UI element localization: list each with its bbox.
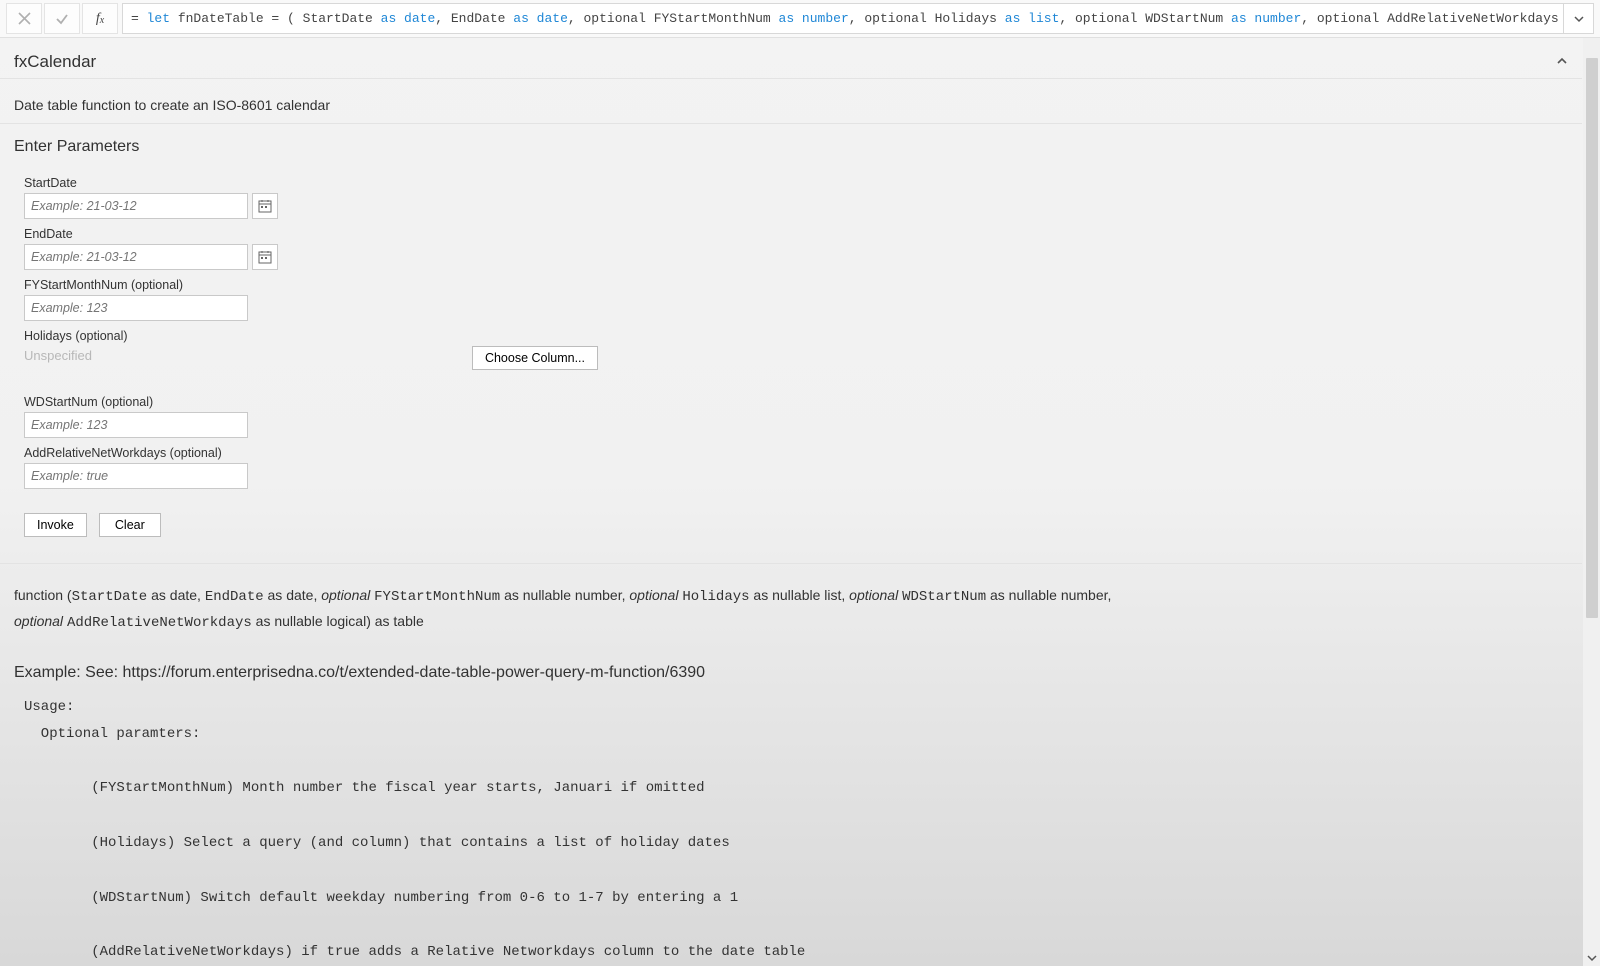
- choose-column-button[interactable]: Choose Column...: [472, 346, 598, 370]
- fx-icon: fx: [82, 3, 118, 34]
- function-signature: function (StartDate as date, EndDate as …: [0, 563, 1582, 644]
- addrelnet-label: AddRelativeNetWorkdays (optional): [24, 446, 1568, 460]
- startdate-input[interactable]: [24, 193, 248, 219]
- sig-p3-type: as nullable number,: [500, 587, 629, 603]
- calendar-icon: [258, 250, 272, 264]
- sig-p1: StartDate: [72, 589, 148, 605]
- cancel-formula-button[interactable]: [6, 3, 42, 34]
- invoke-button[interactable]: Invoke: [24, 513, 87, 537]
- sig-p2-type: as date,: [264, 587, 322, 603]
- addrelnet-input[interactable]: [24, 463, 248, 489]
- startdate-label: StartDate: [24, 176, 1568, 190]
- function-description: Date table function to create an ISO-860…: [0, 79, 1582, 123]
- clear-button[interactable]: Clear: [99, 513, 161, 537]
- sig-l2-name: AddRelativeNetWorkdays: [67, 615, 252, 631]
- sig-p5-opt: optional: [849, 587, 902, 603]
- collapse-button[interactable]: [1556, 54, 1568, 70]
- formula-bar: fx = let fnDateTable = ( StartDate as da…: [0, 0, 1600, 38]
- enter-parameters-header: Enter Parameters: [0, 124, 1582, 168]
- chevron-down-icon: [1574, 14, 1584, 24]
- wdstartnum-input[interactable]: [24, 412, 248, 438]
- sig-p4: Holidays: [682, 589, 749, 605]
- expand-formula-button[interactable]: [1564, 3, 1594, 34]
- wdstartnum-label: WDStartNum (optional): [24, 395, 1568, 409]
- sig-l2-tail: as nullable logical) as table: [252, 613, 424, 629]
- formula-input[interactable]: = let fnDateTable = ( StartDate as date,…: [122, 3, 1564, 34]
- fystartmonth-label: FYStartMonthNum (optional): [24, 278, 1568, 292]
- holidays-unspecified: Unspecified: [24, 346, 92, 373]
- enddate-calendar-button[interactable]: [252, 244, 278, 270]
- sig-p3-opt: optional: [321, 587, 374, 603]
- usage-text: Usage: Optional paramters: (FYStartMonth…: [0, 690, 1582, 966]
- sig-p5-type: as nullable number,: [986, 587, 1111, 603]
- example-header: Example: See: https://forum.enterprisedn…: [0, 644, 1582, 690]
- calendar-icon: [258, 199, 272, 213]
- function-title: fxCalendar: [14, 52, 96, 72]
- startdate-calendar-button[interactable]: [252, 193, 278, 219]
- sig-p2: EndDate: [205, 589, 264, 605]
- scrollbar[interactable]: [1583, 38, 1600, 966]
- sig-p3: FYStartMonthNum: [374, 589, 500, 605]
- formula-text: = let fnDateTable = ( StartDate as date,…: [131, 11, 1564, 26]
- sig-l2-opt: optional: [14, 613, 67, 629]
- sig-p1-type: as date,: [147, 587, 205, 603]
- content-area: fxCalendar Date table function to create…: [0, 38, 1582, 966]
- fystartmonth-input[interactable]: [24, 295, 248, 321]
- scrollbar-thumb[interactable]: [1586, 58, 1598, 618]
- sig-p4-opt: optional: [629, 587, 682, 603]
- holidays-label: Holidays (optional): [24, 329, 1568, 343]
- enddate-input[interactable]: [24, 244, 248, 270]
- sig-p5: WDStartNum: [902, 589, 986, 605]
- chevron-down-icon: [1587, 953, 1597, 963]
- check-icon: [55, 12, 69, 26]
- commit-formula-button[interactable]: [44, 3, 80, 34]
- sig-p4-type: as nullable list,: [750, 587, 850, 603]
- sig-prefix: function (: [14, 587, 72, 603]
- chevron-up-icon: [1556, 55, 1568, 67]
- close-icon: [18, 12, 31, 25]
- enddate-label: EndDate: [24, 227, 1568, 241]
- scrollbar-down-button[interactable]: [1583, 949, 1600, 966]
